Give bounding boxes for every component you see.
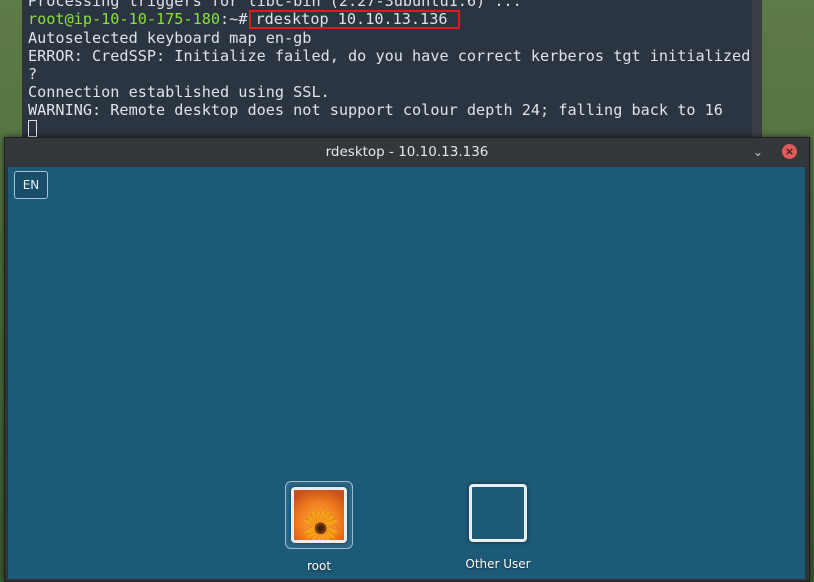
user-name-label: Other User: [465, 557, 531, 571]
user-tile-frame: [469, 484, 527, 542]
terminal-line: Processing triggers for libc-bin (2.27-3…: [28, 0, 522, 10]
flower-avatar-icon: [291, 487, 347, 543]
terminal-line: Connection established using SSL.: [28, 83, 330, 101]
blank-avatar-icon: [469, 484, 527, 542]
terminal-line: WARNING: Remote desktop does not support…: [28, 101, 723, 119]
rdesktop-window[interactable]: rdesktop - 10.10.13.136 ⌄ × EN root Othe…: [4, 137, 810, 582]
prompt-separator: :~#: [220, 10, 248, 28]
window-title: rdesktop - 10.10.13.136: [325, 144, 489, 160]
language-indicator[interactable]: EN: [14, 171, 48, 199]
minimize-icon[interactable]: ⌄: [751, 145, 765, 159]
terminal-output: Processing triggers for libc-bin (2.27-3…: [28, 0, 750, 137]
terminal-cursor[interactable]: [28, 120, 37, 137]
prompt-user: root@ip-10-10-175-180: [28, 10, 221, 28]
highlighted-command: rdesktop 10.10.13.136: [249, 10, 460, 29]
terminal-line: Autoselected keyboard map en-gb: [28, 29, 312, 47]
close-icon[interactable]: ×: [782, 144, 797, 159]
user-tile-other-user[interactable]: Other User: [458, 484, 538, 571]
user-tile-root[interactable]: root: [279, 481, 359, 573]
terminal-line: ERROR: CredSSP: Initialize failed, do yo…: [28, 47, 751, 65]
remote-login-screen: EN root Other User: [8, 167, 805, 579]
terminal-window[interactable]: Processing triggers for libc-bin (2.27-3…: [22, 0, 762, 140]
user-tile-frame: [285, 481, 353, 549]
user-name-label: root: [306, 559, 332, 573]
terminal-line: ?: [28, 65, 38, 83]
window-titlebar[interactable]: rdesktop - 10.10.13.136 ⌄ ×: [5, 138, 809, 166]
